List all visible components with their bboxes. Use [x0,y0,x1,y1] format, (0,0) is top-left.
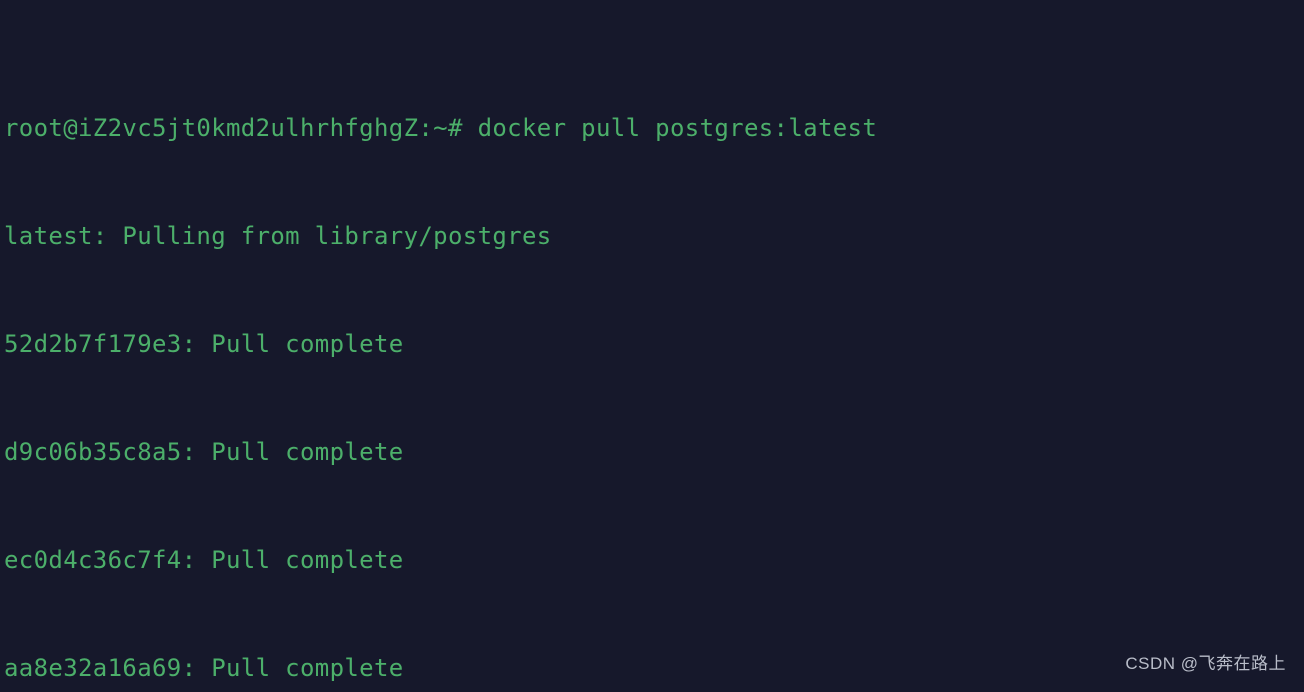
terminal-line-layer-2: d9c06b35c8a5: Pull complete [4,438,404,466]
terminal-window[interactable]: root@iZ2vc5jt0kmd2ulhrhfghgZ:~# docker p… [0,0,1304,692]
terminal-line-layer-1: 52d2b7f179e3: Pull complete [4,330,404,358]
terminal-line-layer-4: aa8e32a16a69: Pull complete [4,654,404,682]
terminal-line-layer-3: ec0d4c36c7f4: Pull complete [4,546,404,574]
terminal-output-area[interactable]: root@iZ2vc5jt0kmd2ulhrhfghgZ:~# docker p… [4,2,1304,692]
csdn-watermark: CSDN @飞奔在路上 [1125,654,1286,673]
terminal-line-pulling-from: latest: Pulling from library/postgres [4,222,552,250]
terminal-line-command: root@iZ2vc5jt0kmd2ulhrhfghgZ:~# docker p… [4,114,878,142]
